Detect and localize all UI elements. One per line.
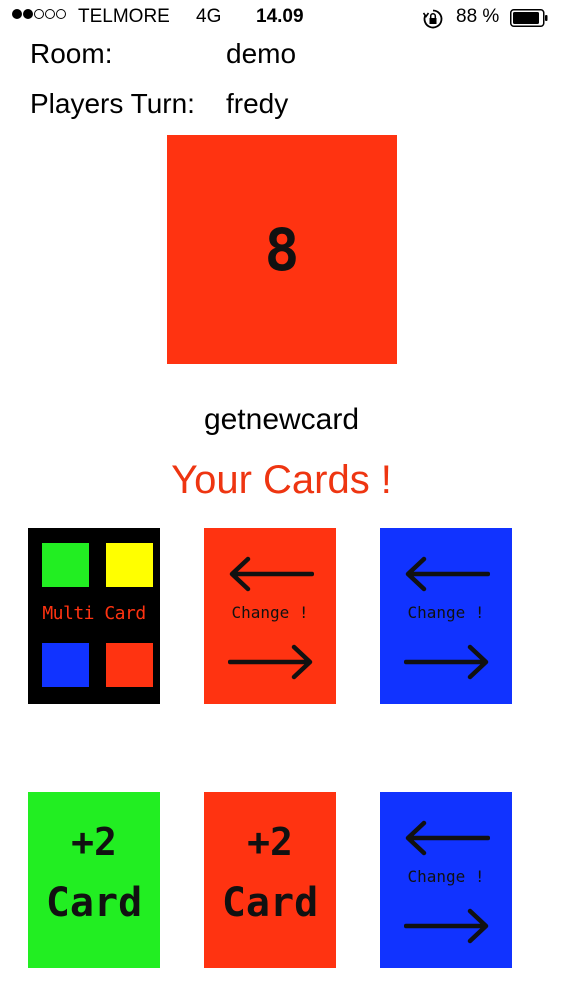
hand-card-plus2-red[interactable]: +2 Card [204, 792, 336, 968]
card-label: Card [221, 880, 319, 926]
arrow-left-icon [405, 820, 490, 856]
battery-icon [510, 9, 548, 27]
pile-card-value: 8 [264, 215, 300, 284]
arrow-right-icon [228, 644, 313, 680]
card-plus-value: +2 [71, 820, 117, 864]
color-square-blue [42, 643, 89, 687]
players-turn-value: fredy [226, 88, 289, 119]
card-label: Change ! [231, 603, 309, 622]
players-turn-label: Players Turn: [30, 88, 195, 119]
color-square-yellow [106, 543, 153, 587]
arrow-right-icon [404, 644, 489, 680]
hand-card-change-red[interactable]: Change ! [204, 528, 336, 704]
card-label: Change ! [407, 867, 485, 886]
status-time: 14.09 [256, 6, 304, 27]
arrow-left-icon [229, 556, 314, 592]
orientation-lock-icon [422, 9, 443, 29]
get-new-card-button[interactable]: getnewcard [0, 403, 563, 437]
signal-strength-icon [12, 9, 66, 19]
hand-card-multi[interactable]: Multi Card [28, 528, 160, 704]
signal-dot-icon [12, 9, 22, 19]
battery-percent: 88 % [456, 6, 500, 27]
card-plus-value: +2 [247, 820, 293, 864]
pile-top-card: 8 [167, 135, 397, 364]
room-value: demo [226, 38, 297, 69]
carrier-name: TELMORE [78, 6, 170, 27]
signal-dot-icon [34, 9, 44, 19]
arrow-right-icon [404, 908, 489, 944]
color-square-green [42, 543, 89, 587]
signal-dot-icon [56, 9, 66, 19]
hand-card-change-blue[interactable]: Change ! [380, 528, 512, 704]
your-cards-heading: Your Cards ! [171, 458, 392, 502]
status-bar: TELMORE 4G 14.09 88 % [0, 0, 563, 36]
network-type: 4G [196, 6, 222, 27]
color-square-red [106, 643, 153, 687]
room-label: Room: [30, 38, 113, 69]
hand-card-change-blue[interactable]: Change ! [380, 792, 512, 968]
card-label: Change ! [407, 603, 485, 622]
signal-dot-icon [45, 9, 55, 19]
arrow-left-icon [405, 556, 490, 592]
signal-dot-icon [23, 9, 33, 19]
card-label: Multi Card [42, 603, 146, 624]
card-label: Card [45, 880, 143, 926]
hand-card-plus2-green[interactable]: +2 Card [28, 792, 160, 968]
